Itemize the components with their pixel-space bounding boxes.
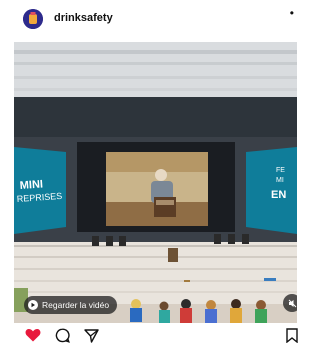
post-header: drinksafety • — [0, 0, 297, 42]
more-options-icon[interactable]: • — [290, 6, 295, 20]
post-video[interactable]: MINI REPRISES FE MI EN Regarder la vidéo — [14, 42, 297, 323]
conference-scene: MINI REPRISES FE MI EN — [14, 42, 297, 323]
like-heart-icon[interactable] — [25, 328, 41, 347]
svg-text:FE: FE — [276, 167, 285, 174]
watch-video-label: Regarder la vidéo — [42, 300, 110, 310]
svg-text:EN: EN — [271, 189, 286, 201]
bookmark-icon[interactable] — [286, 328, 298, 348]
mute-icon[interactable] — [283, 294, 297, 312]
play-icon — [28, 300, 38, 310]
post-username[interactable]: drinksafety — [54, 12, 113, 24]
watch-video-button[interactable]: Regarder la vidéo — [24, 296, 118, 314]
comment-icon[interactable] — [55, 328, 70, 348]
share-send-icon[interactable] — [84, 328, 99, 348]
avatar-logo-icon — [23, 9, 43, 29]
post-actions-bar — [0, 323, 298, 347]
svg-text:MINI: MINI — [19, 178, 43, 192]
profile-avatar[interactable] — [23, 9, 43, 29]
svg-text:MI: MI — [276, 177, 284, 184]
